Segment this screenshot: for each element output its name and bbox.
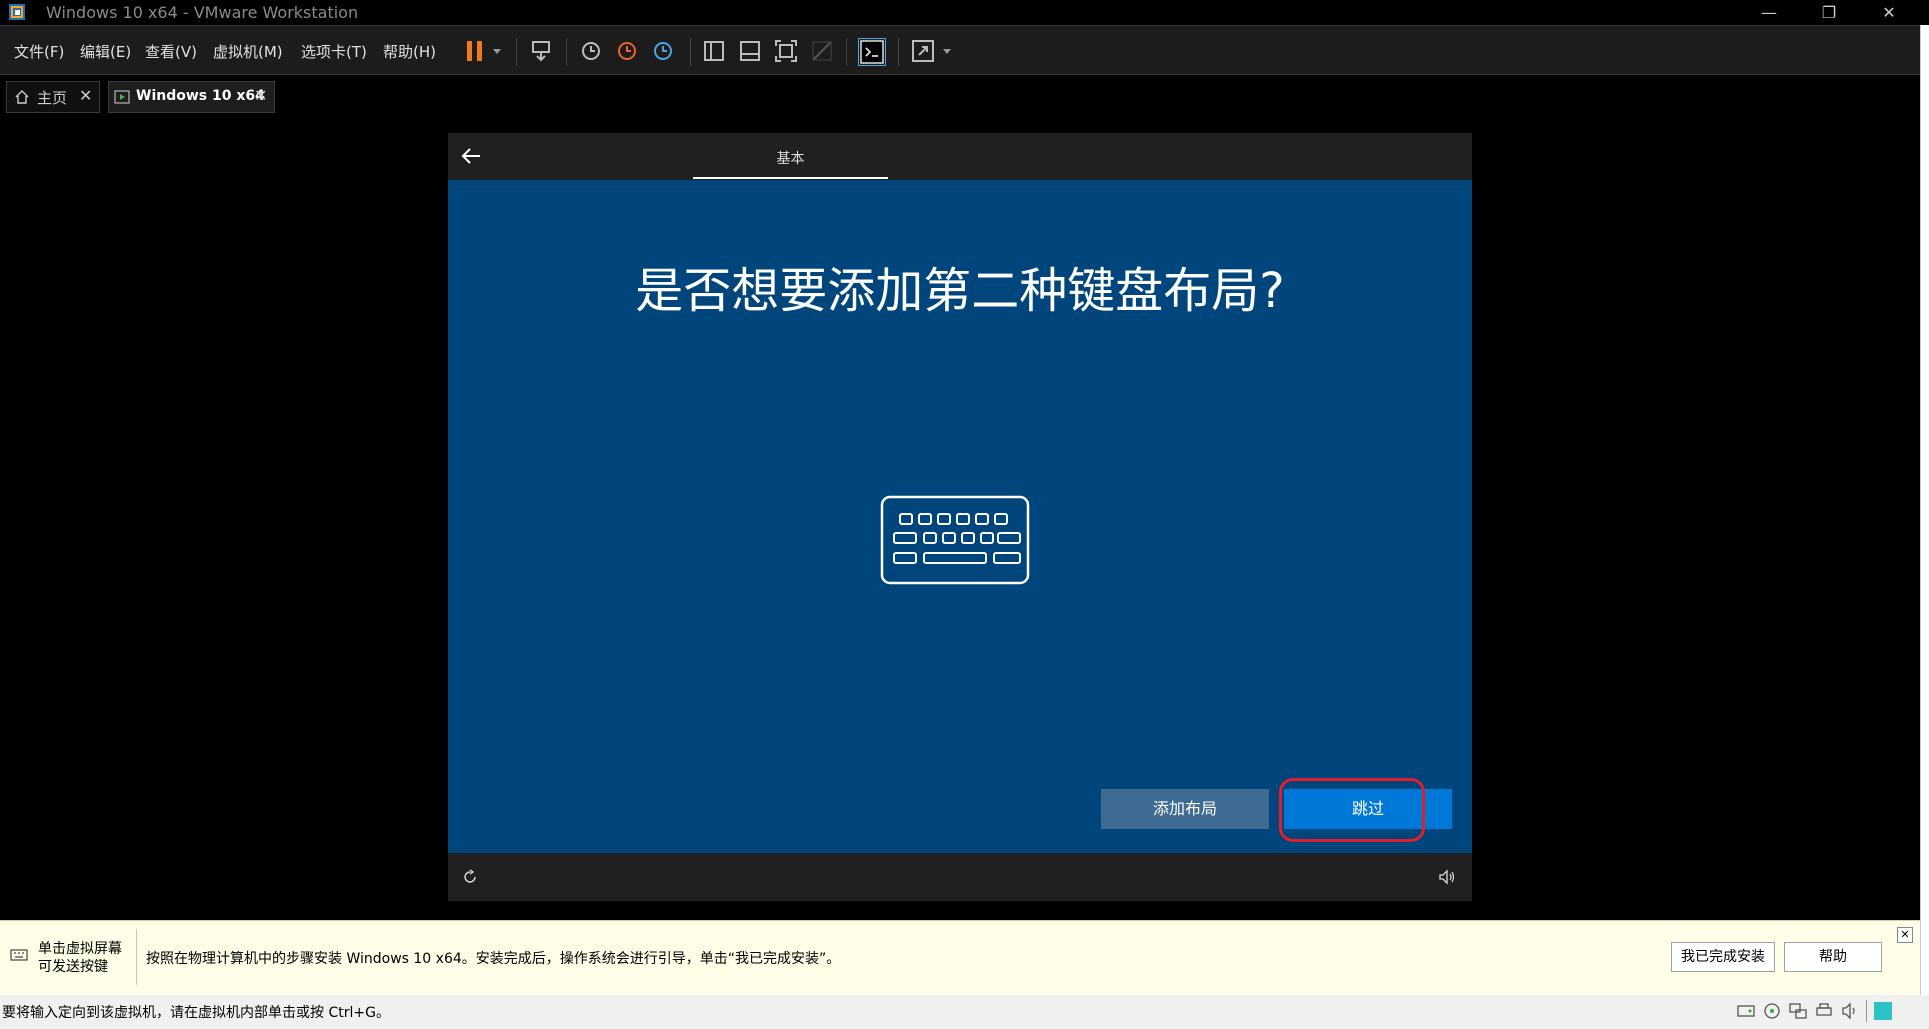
restore-button[interactable]: ❐ (1806, 0, 1852, 25)
hard-disk-icon[interactable] (1736, 1002, 1756, 1020)
tab-home[interactable]: 主页 ✕ (6, 81, 100, 113)
console-view-icon[interactable] (858, 38, 886, 66)
snapshot-icon[interactable] (578, 38, 604, 64)
send-keys-icon[interactable] (528, 38, 554, 64)
chevron-down-icon[interactable] (492, 48, 502, 56)
help-button[interactable]: 帮助 (1784, 942, 1882, 972)
highlight-ring (1279, 778, 1425, 842)
back-arrow-icon[interactable] (460, 147, 482, 165)
divider (1866, 1000, 1867, 1022)
menu-tabs[interactable]: 选项卡(T) (301, 41, 367, 62)
menu-file[interactable]: 文件(F) (14, 41, 64, 62)
stretch-icon[interactable] (910, 38, 936, 64)
accessibility-icon[interactable] (462, 869, 478, 885)
toolbar-divider (516, 38, 517, 66)
close-icon[interactable]: ✕ (79, 86, 92, 105)
finish-install-button[interactable]: 我已完成安装 (1671, 942, 1775, 972)
menu-toolbar: 文件(F) 编辑(E) 查看(V) 虚拟机(M) 选项卡(T) 帮助(H) (0, 26, 1920, 75)
chevron-down-icon[interactable] (942, 48, 952, 56)
pause-icon[interactable] (462, 38, 488, 64)
menu-vm[interactable]: 虚拟机(M) (213, 41, 283, 62)
tab-windows-10[interactable]: Windows 10 x64 ✕ (108, 81, 275, 113)
close-notification-icon[interactable]: ✕ (1897, 927, 1913, 943)
thumbnail-view-icon[interactable] (737, 38, 763, 64)
window-title: Windows 10 x64 - VMware Workstation (46, 3, 359, 22)
keyboard-icon (880, 495, 1030, 585)
menu-help[interactable]: 帮助(H) (383, 41, 436, 62)
install-message: 按照在物理计算机中的步骤安装 Windows 10 x64。安装完成后，操作系统… (146, 951, 841, 967)
toolbar-divider (898, 38, 899, 66)
sound-icon[interactable] (1840, 1002, 1860, 1020)
oobe-header: 基本 (448, 133, 1472, 180)
home-icon (15, 90, 29, 104)
edge-strip (1920, 25, 1929, 995)
status-bar: 要将输入定向到该虚拟机，请在虚拟机内部单击或按 Ctrl+G。 (0, 995, 1929, 1029)
tab-basics-label: 基本 (776, 151, 805, 167)
add-layout-button[interactable]: 添加布局 (1101, 789, 1269, 829)
library-view-icon[interactable] (701, 38, 727, 64)
close-window-button[interactable]: ✕ (1866, 0, 1912, 25)
vmware-logo-icon (9, 4, 25, 20)
click-hint-line2: 可发送按键 (38, 959, 108, 975)
tab-bar: 主页 ✕ Windows 10 x64 ✕ (0, 75, 1920, 115)
vm-icon (114, 90, 130, 104)
oobe-footer (448, 853, 1472, 901)
snapshot-manager-icon[interactable] (650, 38, 676, 64)
message-log-icon[interactable] (1874, 1002, 1892, 1020)
toolbar-divider (566, 38, 567, 66)
tab-windows-10-label: Windows 10 x64 (136, 88, 265, 104)
menu-edit[interactable]: 编辑(E) (80, 41, 131, 62)
minimize-button[interactable]: — (1746, 0, 1792, 25)
unity-icon (812, 41, 832, 61)
status-text: 要将输入定向到该虚拟机，请在虚拟机内部单击或按 Ctrl+G。 (2, 1005, 390, 1021)
page-title: 是否想要添加第二种键盘布局? (635, 263, 1285, 319)
window-titlebar: Windows 10 x64 - VMware Workstation — ❐ … (0, 0, 1929, 26)
cd-rom-icon[interactable] (1762, 1002, 1782, 1020)
tab-underline (693, 177, 888, 179)
printer-icon[interactable] (1814, 1002, 1834, 1020)
keyboard-hint-icon (10, 949, 28, 961)
fullscreen-icon[interactable] (773, 38, 799, 64)
tab-home-label: 主页 (37, 89, 68, 107)
toolbar-divider (690, 38, 691, 66)
click-hint: 单击虚拟屏幕 可发送按键 (38, 940, 122, 976)
tab-basics: 基本 (693, 133, 888, 180)
divider (136, 929, 137, 985)
install-notification-bar: 单击虚拟屏幕 可发送按键 按照在物理计算机中的步骤安装 Windows 10 x… (0, 920, 1920, 995)
revert-snapshot-icon[interactable] (614, 38, 640, 64)
volume-icon[interactable] (1438, 869, 1456, 885)
toolbar-divider (846, 38, 847, 66)
menu-view[interactable]: 查看(V) (145, 41, 197, 62)
close-icon[interactable]: ✕ (254, 86, 267, 105)
vm-screen[interactable]: 基本 是否想要添加第二种键盘布局? 添加布局 跳过 (448, 133, 1472, 901)
click-hint-line1: 单击虚拟屏幕 (38, 941, 122, 957)
network-icon[interactable] (1788, 1002, 1808, 1020)
